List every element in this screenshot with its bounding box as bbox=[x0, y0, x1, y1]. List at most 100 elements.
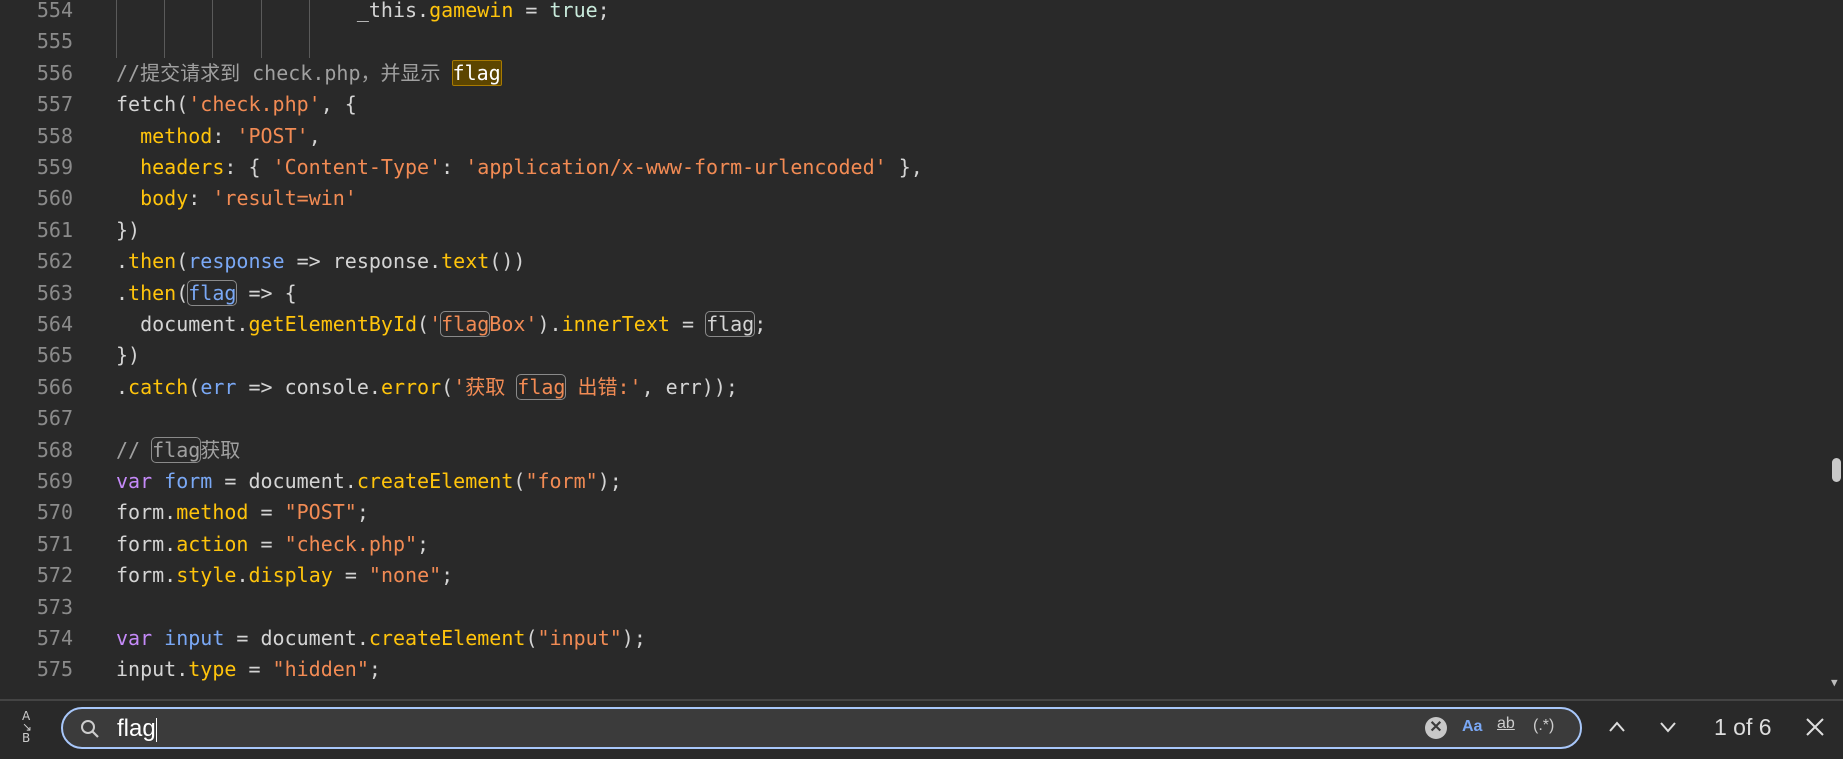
line-number: 563 bbox=[36, 280, 73, 305]
search-match: flag bbox=[705, 311, 756, 337]
vertical-scrollbar[interactable]: ▼ bbox=[1826, 0, 1843, 700]
code-line[interactable]: 559 headers: { 'Content-Type': 'applicat… bbox=[0, 152, 1810, 183]
code-line[interactable]: 562 .then(response => response.text()) bbox=[0, 246, 1810, 277]
code-token: form. bbox=[116, 563, 177, 588]
code-line[interactable]: 570 form.method = "POST"; bbox=[0, 497, 1810, 528]
code-line[interactable]: 560 body: 'result=win' bbox=[0, 183, 1810, 214]
code-text: //提交请求到 check.php，并显示 flag bbox=[116, 58, 502, 89]
toggle-replace-button[interactable]: A↘B bbox=[22, 710, 42, 747]
scroll-down-arrow-icon[interactable]: ▼ bbox=[1831, 676, 1838, 689]
code-line[interactable]: 571 form.action = "check.php"; bbox=[0, 529, 1810, 560]
code-token: form. bbox=[116, 531, 177, 556]
code-line[interactable]: 563 .then(flag => { bbox=[0, 278, 1810, 309]
code-token: ( bbox=[176, 280, 189, 305]
code-line[interactable]: 572 form.style.display = "none"; bbox=[0, 560, 1810, 591]
search-match: flag bbox=[151, 436, 202, 463]
line-number: 570 bbox=[36, 500, 73, 525]
close-icon[interactable] bbox=[1804, 716, 1826, 738]
indent-guide bbox=[164, 26, 166, 58]
chevron-up-icon[interactable] bbox=[1606, 716, 1628, 738]
code-token: => { bbox=[236, 280, 297, 305]
code-token: , { bbox=[320, 92, 357, 117]
clear-button[interactable]: ✕ bbox=[1425, 717, 1447, 739]
code-token: form bbox=[164, 469, 213, 493]
find-input-box[interactable]: flag ✕ Aa ab (.*) bbox=[61, 707, 1582, 749]
code-token: method bbox=[176, 500, 249, 525]
code-token: error bbox=[380, 374, 442, 399]
chevron-down-icon[interactable] bbox=[1657, 716, 1679, 738]
code-token: Box' bbox=[489, 312, 538, 336]
code-token: method bbox=[140, 123, 213, 148]
find-input[interactable]: flag bbox=[117, 715, 157, 743]
code-token: }) bbox=[116, 217, 141, 242]
code-token: 出错:' bbox=[565, 374, 642, 399]
code-token: catch bbox=[128, 374, 189, 399]
code-token: // bbox=[116, 437, 153, 462]
code-token: : bbox=[441, 155, 466, 179]
code-line[interactable]: 555 bbox=[0, 26, 1810, 58]
code-line[interactable]: 554 _this.gamewin = true; bbox=[0, 0, 1810, 27]
code-token: ; bbox=[356, 500, 369, 525]
code-line[interactable]: 564 document.getElementById('flagBox').i… bbox=[0, 309, 1810, 340]
code-token: ( bbox=[417, 312, 430, 336]
code-text: // flag获取 bbox=[116, 435, 240, 466]
code-token: }) bbox=[116, 343, 141, 368]
line-number: 562 bbox=[36, 249, 73, 274]
code-token: text bbox=[441, 249, 490, 274]
whole-word-button[interactable]: ab bbox=[1497, 715, 1515, 733]
code-token: gamewin bbox=[429, 0, 514, 22]
indent-guide bbox=[116, 26, 117, 58]
code-line[interactable]: 567 bbox=[0, 403, 1810, 434]
code-token: 'application/x-www-form-urlencoded' bbox=[465, 155, 887, 179]
code-line[interactable]: 561}) bbox=[0, 215, 1810, 246]
code-token: = document. bbox=[224, 626, 369, 650]
line-number: 555 bbox=[36, 29, 73, 54]
scrollbar-thumb[interactable] bbox=[1832, 458, 1841, 482]
code-token: ( bbox=[525, 626, 538, 650]
text-caret bbox=[155, 717, 157, 742]
code-token: = bbox=[248, 500, 285, 525]
code-token: ' bbox=[429, 312, 442, 336]
code-line[interactable]: 557 fetch('check.php', { bbox=[0, 89, 1810, 120]
match-case-button[interactable]: Aa bbox=[1462, 718, 1482, 736]
code-line[interactable]: 573 bbox=[0, 592, 1810, 623]
line-number: 566 bbox=[36, 374, 73, 399]
current-search-match: flag bbox=[451, 59, 502, 86]
code-token: response bbox=[188, 249, 285, 274]
regex-button[interactable]: (.*) bbox=[1533, 717, 1554, 735]
code-token: = bbox=[236, 657, 273, 682]
code-token: _this. bbox=[356, 0, 430, 22]
code-text: }) bbox=[116, 215, 140, 246]
search-icon bbox=[81, 720, 99, 738]
code-token: . bbox=[116, 280, 129, 305]
code-line[interactable]: 556 //提交请求到 check.php，并显示 flag bbox=[0, 58, 1810, 89]
indent-guide bbox=[308, 26, 310, 58]
code-token: ( bbox=[441, 374, 454, 399]
code-line[interactable]: 565}) bbox=[0, 340, 1810, 371]
code-line[interactable]: 569 var form = document.createElement("fo… bbox=[0, 466, 1810, 497]
code-line[interactable]: 568 // flag获取 bbox=[0, 435, 1810, 466]
code-token: ); bbox=[597, 469, 622, 493]
code-editor[interactable]: 554 _this.gamewin = true; 555 556//提交请求到 c… bbox=[0, 0, 1843, 700]
code-token: createElement bbox=[368, 626, 526, 650]
line-number: 567 bbox=[36, 406, 73, 431]
code-token: ; bbox=[441, 563, 454, 588]
code-token: then bbox=[128, 249, 177, 274]
code-token: form. bbox=[116, 500, 177, 525]
code-token: "POST" bbox=[284, 500, 357, 525]
code-token: }, bbox=[886, 155, 923, 179]
code-token: fetch( bbox=[116, 92, 189, 117]
code-line[interactable]: 558 method: 'POST', bbox=[0, 121, 1810, 152]
code-line[interactable]: 575 input.type = "hidden"; bbox=[0, 654, 1810, 685]
code-token: = document. bbox=[212, 469, 357, 493]
code-line[interactable]: 566 .catch(err => console.error('获取 flag … bbox=[0, 372, 1810, 403]
code-text: fetch('check.php', { bbox=[116, 89, 357, 120]
code-text: .then(flag => { bbox=[116, 278, 297, 309]
code-token: var bbox=[116, 469, 153, 493]
code-token: getElementById bbox=[248, 312, 418, 336]
code-line[interactable]: 574 var input = document.createElement("i… bbox=[0, 623, 1810, 654]
